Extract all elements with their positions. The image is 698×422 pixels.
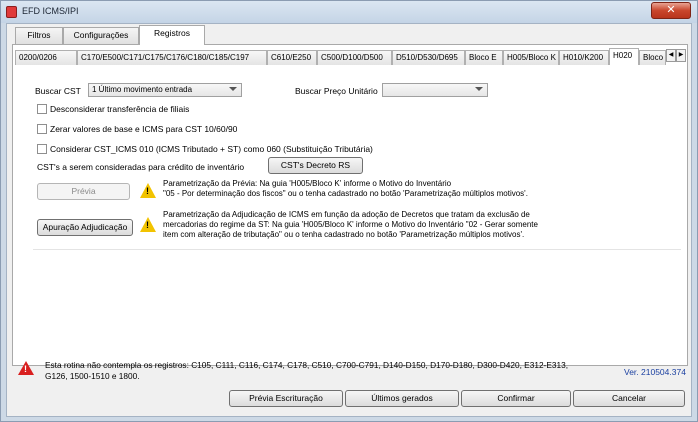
previa-info: Parametrização da Prévia: Na guia 'H005/… <box>163 179 528 199</box>
adjudicacao-info-line1: Parametrização da Adjudicação de ICMS em… <box>163 210 530 219</box>
buscar-cst-value: 1 Último movimento entrada <box>92 85 193 94</box>
previa-button[interactable]: Prévia <box>37 183 130 200</box>
subtab-h010[interactable]: H010/K200 <box>559 50 609 65</box>
app-window: EFD ICMS/IPI ✕ Filtros Configurações Reg… <box>0 0 698 422</box>
error-icon <box>18 361 34 375</box>
title-bar: EFD ICMS/IPI ✕ <box>1 1 697 23</box>
subtab-0200-0206[interactable]: 0200/0206 <box>15 50 77 65</box>
scroll-left-icon[interactable]: ◀ <box>666 49 676 62</box>
checkbox-desconsiderar[interactable] <box>37 104 47 114</box>
footer-note-line1: Esta rotina não contempla os registros: … <box>45 360 569 370</box>
subtab-c610[interactable]: C610/E250 <box>267 50 317 65</box>
ultimos-gerados-button[interactable]: Últimos gerados <box>345 390 459 407</box>
tab-configuracoes[interactable]: Configurações <box>63 27 139 44</box>
checkbox-zerar-label: Zerar valores de base e ICMS para CST 10… <box>50 124 238 134</box>
cancelar-button[interactable]: Cancelar <box>573 390 685 407</box>
confirmar-button[interactable]: Confirmar <box>461 390 571 407</box>
apuracao-adjudicacao-button[interactable]: Apuração Adjudicação <box>37 219 133 236</box>
subtab-c500[interactable]: C500/D100/D500 <box>317 50 392 65</box>
footer-note-line2: G126, 1500-1510 e 1800. <box>45 371 140 381</box>
checkbox-considerar-cst-label: Considerar CST_ICMS 010 (ICMS Tributado … <box>50 144 373 154</box>
subtab-scroll: ◀ ▶ <box>666 49 686 62</box>
checkbox-zerar[interactable] <box>37 124 47 134</box>
subtab-strip: 0200/0206 C170/E500/C171/C175/C176/C180/… <box>15 48 686 65</box>
window-title: EFD ICMS/IPI <box>22 6 79 16</box>
subtab-d510[interactable]: D510/D530/D695 <box>392 50 465 65</box>
buscar-preco-select[interactable] <box>382 83 488 97</box>
subtab-bloco[interactable]: Bloco <box>639 50 666 65</box>
footer-note: Esta rotina não contempla os registros: … <box>45 360 568 382</box>
subtab-h020[interactable]: H020 <box>609 48 639 65</box>
buscar-preco-label: Buscar Preço Unitário <box>295 86 378 96</box>
buscar-cst-select[interactable]: 1 Último movimento entrada <box>88 83 242 97</box>
registros-panel: 0200/0206 C170/E500/C171/C175/C176/C180/… <box>12 44 688 366</box>
app-icon <box>6 6 17 18</box>
tab-registros[interactable]: Registros <box>139 25 205 45</box>
cst-credito-label: CST's a serem consideradas para crédito … <box>37 162 245 172</box>
adjudicacao-info: Parametrização da Adjudicação de ICMS em… <box>163 210 538 240</box>
adjudicacao-info-line2: mercadorias do regime da ST: Na guia 'H0… <box>163 220 538 229</box>
checkbox-considerar-cst[interactable] <box>37 144 47 154</box>
subtab-c170[interactable]: C170/E500/C171/C175/C176/C180/C185/C197 <box>77 50 267 65</box>
group-divider <box>33 249 681 250</box>
warning-icon <box>140 217 156 232</box>
version-label: Ver. 210504.374 <box>624 367 686 377</box>
previa-info-line1: Parametrização da Prévia: Na guia 'H005/… <box>163 179 452 188</box>
chevron-down-icon <box>475 87 483 91</box>
previa-info-line2: "05 - Por determinação dos fiscos" ou o … <box>163 189 528 198</box>
tab-filtros[interactable]: Filtros <box>15 27 63 44</box>
buscar-cst-label: Buscar CST <box>35 86 81 96</box>
warning-icon <box>140 183 156 198</box>
subtab-h005[interactable]: H005/Bloco K <box>503 50 559 65</box>
checkbox-desconsiderar-label: Desconsiderar transferência de filiais <box>50 104 190 114</box>
subtab-bloco-e[interactable]: Bloco E <box>465 50 503 65</box>
adjudicacao-info-line3: item com alteração de tributação" ou o t… <box>163 230 525 239</box>
previa-escrituracao-button[interactable]: Prévia Escrituração <box>229 390 343 407</box>
cst-decreto-rs-button[interactable]: CST's Decreto RS <box>268 157 363 174</box>
chevron-down-icon <box>229 87 237 91</box>
scroll-right-icon[interactable]: ▶ <box>676 49 686 62</box>
client-area: Filtros Configurações Registros 0200/020… <box>6 23 692 417</box>
close-button[interactable]: ✕ <box>651 2 691 19</box>
